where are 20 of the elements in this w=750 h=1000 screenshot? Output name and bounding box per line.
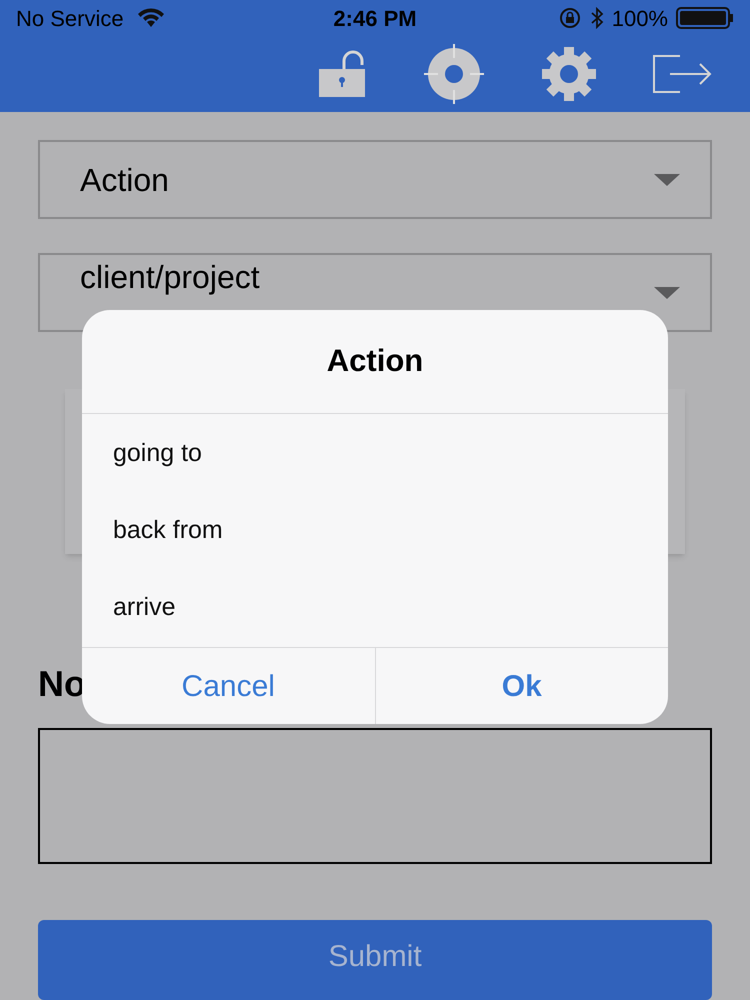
caret-icon [654,286,680,298]
unlock-icon[interactable] [317,49,367,99]
bluetooth-icon [590,7,604,29]
battery-icon [676,7,734,29]
action-option[interactable]: back from [82,492,668,569]
clock-time: 2:46 PM [333,4,417,32]
carrier-label: No Service [16,4,124,32]
rotation-lock-icon [558,7,582,29]
wifi-icon [136,8,166,28]
action-option[interactable]: going to [82,415,668,492]
action-select[interactable]: Action [38,140,712,219]
location-target-icon[interactable] [422,42,486,106]
dialog-title: Action [82,310,668,414]
caret-icon [654,174,680,186]
logout-icon[interactable] [652,54,712,94]
notes-field[interactable] [38,728,712,864]
ok-button[interactable]: Ok [374,648,668,724]
action-option[interactable]: arrive [82,569,668,646]
settings-icon[interactable] [541,46,597,102]
battery-percent: 100% [612,4,668,32]
